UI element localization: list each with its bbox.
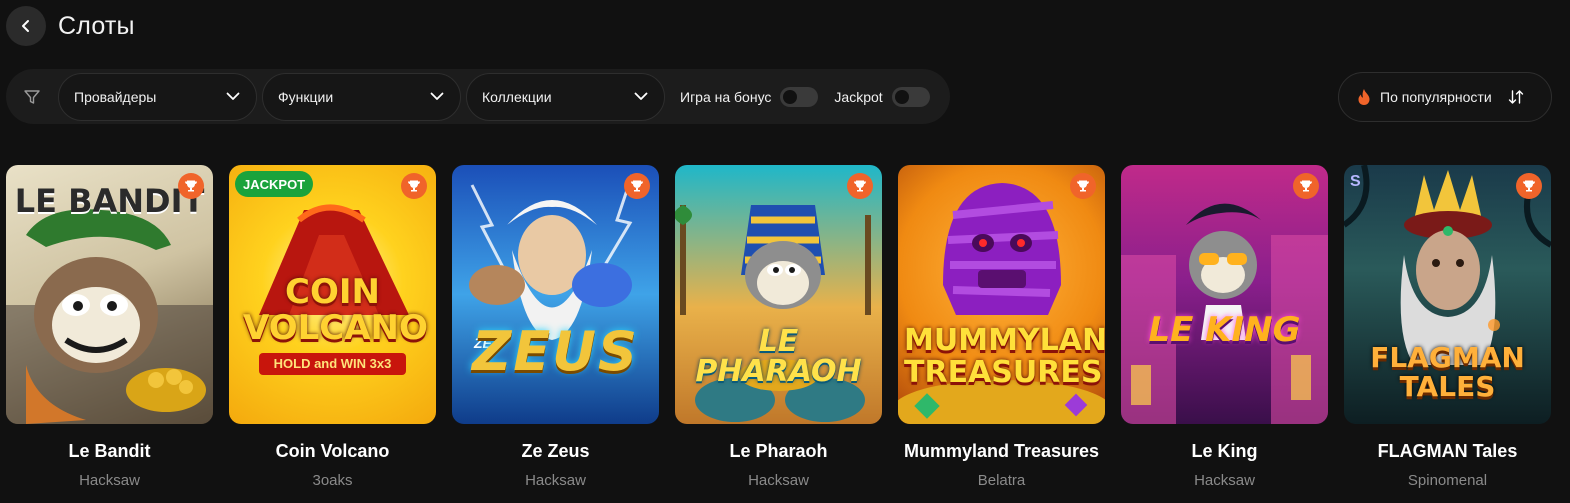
filter-icon[interactable] [14, 79, 50, 115]
features-dropdown[interactable]: Функции [262, 72, 461, 121]
slots-page: Слоты Провайдеры Функции Коллекции Игра … [0, 0, 1570, 503]
chevron-down-icon [430, 92, 444, 100]
game-name[interactable]: Coin Volcano [229, 441, 436, 462]
game-thumbnail[interactable]: LE PHARAOH [675, 165, 882, 424]
game-provider: Hacksaw [1194, 472, 1255, 489]
dropdown-label: Функции [278, 88, 334, 105]
jackpot-toggle[interactable] [891, 86, 930, 107]
game-thumbnail[interactable]: LE KING [1121, 165, 1328, 424]
game-provider: 3oaks [312, 472, 353, 489]
game-card-mummyland-treasures[interactable]: MUMMYLAND TREASURES Mummyland Treasures … [898, 165, 1105, 489]
jackpot-toggle-group: Jackpot [834, 86, 930, 107]
chevron-left-icon [22, 20, 29, 32]
game-card-le-bandit[interactable]: LE BANDIT Le Bandit Hacksaw [6, 165, 213, 489]
fire-icon [1358, 89, 1370, 105]
sort-arrows-icon [1508, 89, 1524, 105]
filter-bar: Провайдеры Функции Коллекции Игра на бон… [6, 69, 950, 124]
game-thumbnail[interactable]: COIN VOLCANO HOLD and WIN 3x3 JACKPOT [229, 165, 436, 424]
game-name[interactable]: Le Bandit [6, 441, 213, 462]
game-card-coin-volcano[interactable]: COIN VOLCANO HOLD and WIN 3x3 JACKPOT Co… [229, 165, 436, 489]
game-art: LE BANDIT [6, 165, 213, 424]
back-button[interactable] [6, 6, 46, 46]
chevron-down-icon [226, 92, 240, 100]
trophy-icon [178, 173, 204, 199]
game-card-le-pharaoh[interactable]: LE PHARAOH Le Pharaoh Hacksaw [675, 165, 882, 489]
game-card-ze-zeus[interactable]: ZE ZEUS Ze Zeus Hacksaw [452, 165, 659, 489]
game-art: LE KING [1121, 165, 1328, 424]
game-name[interactable]: Le King [1121, 441, 1328, 462]
toggle-label: Игра на бонус [680, 88, 772, 105]
provider-logo-icon: S [1350, 173, 1361, 190]
header: Слоты [6, 6, 135, 46]
trophy-icon [401, 173, 427, 199]
page-title: Слоты [58, 11, 135, 40]
game-name[interactable]: Le Pharaoh [675, 441, 882, 462]
game-art-title: ZEUS [472, 320, 639, 383]
game-art: MUMMYLAND TREASURES [898, 165, 1105, 424]
sort-label: По популярности [1380, 89, 1492, 105]
game-card-le-king[interactable]: LE KING Le King Hacksaw [1121, 165, 1328, 489]
trophy-icon [1070, 173, 1096, 199]
toggle-knob [894, 89, 909, 104]
sort-button[interactable]: По популярности [1338, 72, 1552, 122]
trophy-icon [624, 173, 650, 199]
game-art: LE PHARAOH [675, 165, 882, 424]
game-art: ZE ZEUS [452, 165, 659, 424]
game-provider: Belatra [977, 472, 1026, 489]
bonus-buy-toggle[interactable] [780, 86, 819, 107]
trophy-icon [1516, 173, 1542, 199]
jackpot-badge: JACKPOT [235, 171, 314, 197]
game-art-subtitle: HOLD and WIN 3x3 [259, 353, 406, 375]
game-name[interactable]: FLAGMAN Tales [1344, 441, 1551, 462]
game-thumbnail[interactable]: S FLAGMAN TALES [1344, 165, 1551, 424]
collections-dropdown[interactable]: Коллекции [466, 72, 665, 121]
game-art-title: LE PHARAOH [695, 324, 862, 389]
toggle-knob [783, 89, 798, 104]
game-provider: Hacksaw [79, 472, 140, 489]
game-art: S FLAGMAN TALES [1344, 165, 1551, 424]
dropdown-label: Провайдеры [74, 88, 157, 105]
trophy-icon [847, 173, 873, 199]
game-provider: Hacksaw [525, 472, 586, 489]
dropdown-label: Коллекции [482, 88, 552, 105]
game-thumbnail[interactable]: LE BANDIT [6, 165, 213, 424]
game-provider: Spinomenal [1407, 472, 1488, 489]
game-art-title: COIN VOLCANO [243, 272, 428, 348]
game-name[interactable]: Ze Zeus [452, 441, 659, 462]
game-card-flagman-tales[interactable]: S FLAGMAN TALES FLAGMAN Tales Spinomenal [1344, 165, 1551, 489]
game-name[interactable]: Mummyland Treasures [898, 441, 1105, 462]
game-art-title: LE KING [1148, 310, 1301, 350]
game-art: COIN VOLCANO HOLD and WIN 3x3 [229, 165, 436, 424]
chevron-down-icon [634, 92, 648, 100]
game-art-title: FLAGMAN TALES [1370, 341, 1525, 404]
trophy-icon [1293, 173, 1319, 199]
toggle-label: Jackpot [834, 88, 883, 105]
games-grid: LE BANDIT Le Bandit Hacksaw COIN VOLCANO [6, 165, 1551, 489]
providers-dropdown[interactable]: Провайдеры [58, 72, 257, 121]
game-art-title: MUMMYLAND TREASURES [904, 323, 1105, 390]
game-thumbnail[interactable]: ZE ZEUS [452, 165, 659, 424]
game-provider: Hacksaw [748, 472, 809, 489]
bonus-buy-toggle-group: Игра на бонус [680, 86, 819, 107]
game-thumbnail[interactable]: MUMMYLAND TREASURES [898, 165, 1105, 424]
